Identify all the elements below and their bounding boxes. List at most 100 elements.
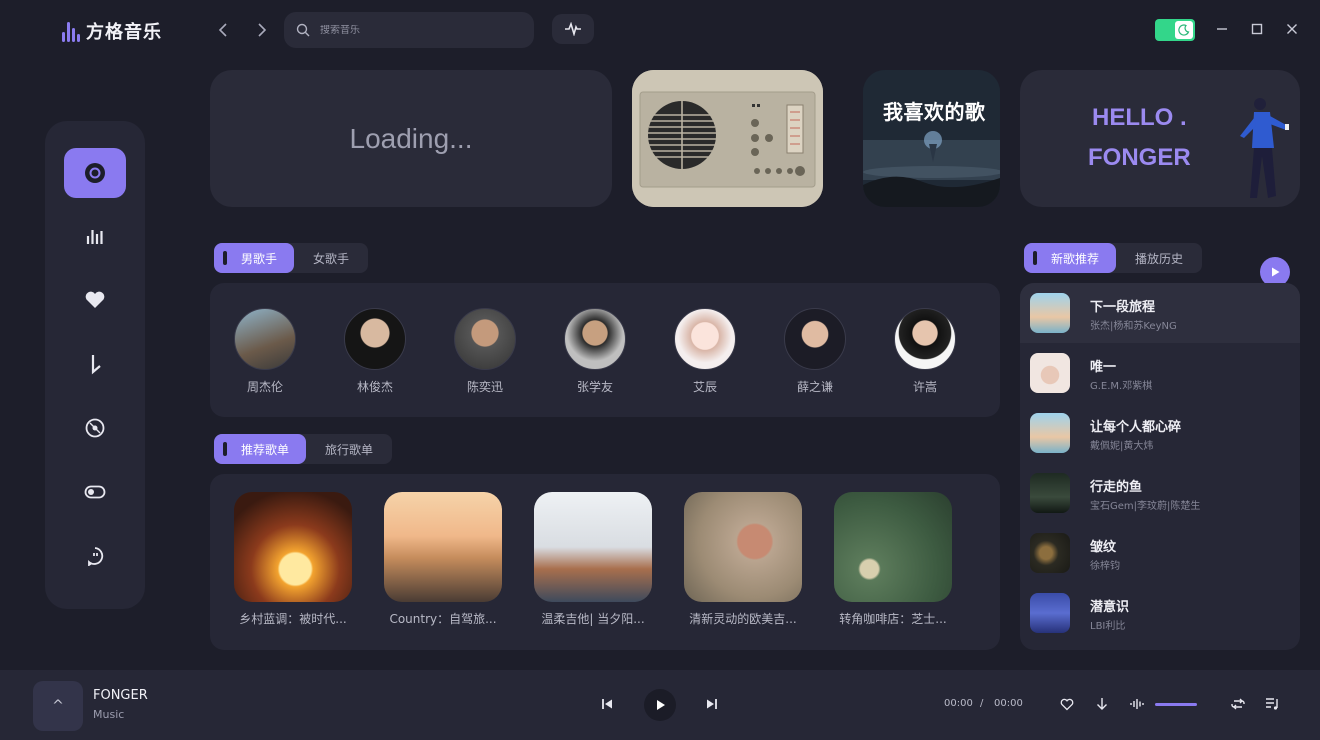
time-separator: / [980, 698, 984, 709]
playlist-queue-button[interactable] [1263, 695, 1281, 713]
tab-travel-playlists[interactable]: 旅行歌单 [306, 434, 392, 464]
playlist-cover [384, 492, 502, 602]
song-thumb [1030, 473, 1070, 513]
song-title: 唯一 [1090, 360, 1117, 375]
artist-item[interactable]: 薛之谦 [775, 308, 855, 395]
playlist-name: Country：自驾旅... [389, 612, 497, 626]
tab-label: 女歌手 [312, 251, 349, 266]
artist-name: 陈奕迅 [466, 380, 503, 394]
playlist-name: 清新灵动的欧美吉... [689, 612, 797, 626]
tab-male-singers[interactable]: 男歌手 [214, 243, 294, 273]
artist-name: 张学友 [576, 380, 613, 394]
song-row[interactable]: 让每个人都心碎 戴佩妮|黄大炜 [1020, 403, 1300, 463]
tab-recommended-playlists[interactable]: 推荐歌单 [214, 434, 306, 464]
artist-tabs: 男歌手 女歌手 [214, 243, 368, 273]
tab-label: 新歌推荐 [1050, 251, 1099, 266]
walking-person-illustration [1240, 98, 1289, 198]
player-bar: ^ FONGER Music 00:00 / 00:00 [0, 670, 1320, 740]
song-row[interactable]: 行走的鱼 宝石Gem|李玟蔚|陈楚生 [1020, 463, 1300, 523]
playlist-item[interactable]: Country：自驾旅... [384, 492, 502, 627]
search-icon [296, 23, 310, 37]
avatar [564, 308, 626, 370]
toggle-icon [84, 485, 106, 499]
avatar [894, 308, 956, 370]
artist-item[interactable]: 林俊杰 [335, 308, 415, 395]
artist-name: 林俊杰 [356, 380, 393, 394]
hello-line-1: HELLO . [1092, 104, 1187, 131]
loading-text: Loading... [349, 122, 473, 154]
heart-icon [85, 291, 105, 308]
song-artist: 戴佩妮|黄大炜 [1090, 441, 1154, 452]
sidebar-item-charts[interactable] [64, 211, 126, 261]
song-row[interactable]: 潜意识 LBI利比 [1020, 583, 1300, 643]
download-button[interactable] [1093, 695, 1111, 713]
avatar [454, 308, 516, 370]
playlist-cover [834, 492, 952, 602]
tab-female-singers[interactable]: 女歌手 [294, 243, 368, 273]
maximize-button[interactable] [1248, 20, 1266, 38]
disc-icon [85, 163, 105, 183]
tab-new-songs[interactable]: 新歌推荐 [1024, 243, 1116, 273]
playlist-cover [684, 492, 802, 602]
tab-label: 旅行歌单 [324, 442, 373, 457]
artist-item[interactable]: 张学友 [555, 308, 635, 395]
song-thumb [1030, 533, 1070, 573]
sidebar-item-settings[interactable] [64, 467, 126, 517]
play-pause-button[interactable] [644, 689, 676, 721]
playlist-item[interactable]: 乡村蓝调：被时代... [234, 492, 352, 627]
expand-icon: ^ [52, 698, 64, 714]
forward-button[interactable] [251, 20, 271, 40]
total-time: 00:00 [994, 698, 1023, 709]
bar-chart-icon [86, 230, 103, 244]
sidebar-item-albums[interactable] [64, 403, 126, 453]
song-title: 下一段旅程 [1090, 300, 1156, 315]
close-button[interactable] [1283, 20, 1301, 38]
search-box[interactable] [284, 12, 534, 48]
radio-banner[interactable] [632, 70, 823, 207]
sidebar-item-discover[interactable] [64, 148, 126, 198]
volume-slider[interactable] [1155, 703, 1197, 706]
song-artist: 宝石Gem|李玟蔚|陈楚生 [1090, 501, 1201, 512]
playlist-item[interactable]: 清新灵动的欧美吉... [684, 492, 802, 627]
favorite-songs-card[interactable]: 我喜欢的歌 [863, 70, 1000, 207]
previous-button[interactable] [598, 695, 616, 713]
like-button[interactable] [1058, 695, 1076, 713]
playlist-name: 转角咖啡店：芝士... [839, 612, 947, 626]
playlist-cover [534, 492, 652, 602]
sidebar-item-favorites[interactable] [64, 275, 126, 325]
next-button[interactable] [703, 695, 721, 713]
now-playing-title: FONGER [93, 688, 148, 703]
song-row[interactable]: 唯一 G.E.M.邓紫棋 [1020, 343, 1300, 403]
search-input[interactable] [320, 24, 510, 36]
theme-toggle[interactable] [1155, 19, 1195, 41]
sidebar-item-chat[interactable] [64, 531, 126, 581]
volume-button[interactable] [1128, 695, 1146, 713]
playlist-panel: 乡村蓝调：被时代... Country：自驾旅... 温柔吉他| 当夕阳... … [210, 474, 1000, 650]
artist-name: 薛之谦 [796, 380, 833, 394]
song-thumb [1030, 593, 1070, 633]
playlist-item[interactable]: 转角咖啡店：芝士... [834, 492, 952, 627]
tab-play-history[interactable]: 播放历史 [1116, 243, 1202, 273]
artist-item[interactable]: 艾辰 [665, 308, 745, 395]
artist-item[interactable]: 陈奕迅 [445, 308, 525, 395]
song-thumb [1030, 413, 1070, 453]
skip-next-icon [707, 699, 717, 709]
playlist-name: 乡村蓝调：被时代... [239, 612, 347, 626]
repeat-button[interactable] [1229, 695, 1247, 713]
voice-recognition-button[interactable] [552, 14, 594, 44]
back-button[interactable] [214, 20, 234, 40]
now-playing-cover[interactable]: ^ [33, 681, 83, 731]
radio-illustration [632, 70, 823, 207]
waveform-icon [565, 22, 581, 36]
song-row[interactable]: 下一段旅程 张杰|杨和苏KeyNG [1020, 283, 1300, 343]
song-row[interactable]: 皱纹 徐梓钧 [1020, 523, 1300, 583]
playlist-item[interactable]: 温柔吉他| 当夕阳... [534, 492, 652, 627]
repeat-icon [1231, 698, 1245, 710]
artist-item[interactable]: 周杰伦 [225, 308, 305, 395]
song-thumb [1030, 353, 1070, 393]
minimize-button[interactable] [1213, 20, 1231, 38]
sidebar-item-music[interactable] [64, 339, 126, 389]
song-title: 让每个人都心碎 [1090, 420, 1182, 435]
app-name: 方格音乐 [86, 22, 162, 43]
artist-item[interactable]: 许嵩 [885, 308, 965, 395]
